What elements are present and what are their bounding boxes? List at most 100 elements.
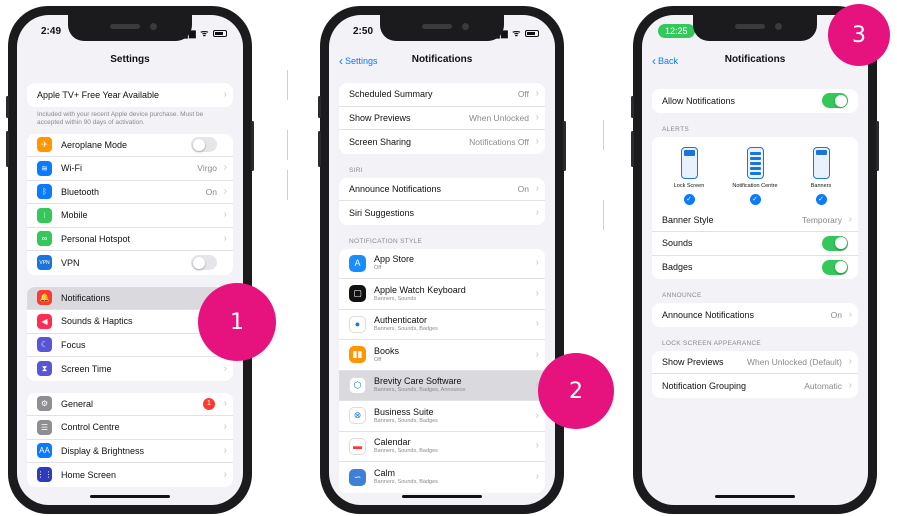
appletv-row[interactable]: Apple TV+ Free Year Available › bbox=[27, 83, 233, 107]
app-alert-summary: Banners, Sounds, Badges bbox=[374, 479, 438, 486]
row-label: Scheduled Summary bbox=[349, 89, 433, 100]
connectivity-group: ✈ Aeroplane Mode ≋ Wi-Fi Virgo › ᛒ Bluetooth On ›… bbox=[27, 133, 233, 275]
alert-style-lock-screen[interactable]: Lock Screen ✓ bbox=[659, 146, 719, 205]
app-row-calm[interactable]: ∽ Calm Banners, Sounds, Badges › bbox=[339, 462, 545, 493]
row-badges[interactable]: Badges bbox=[652, 256, 858, 280]
settings-row-mobile[interactable]: ⁝ Mobile › bbox=[27, 204, 233, 228]
settings-row-home-screen[interactable]: ⋮⋮ Home Screen › bbox=[27, 463, 233, 487]
checkmark-icon[interactable]: ✓ bbox=[683, 193, 695, 205]
app-text: App Store Off bbox=[374, 254, 414, 272]
bluetooth-icon: ᛒ bbox=[37, 184, 52, 200]
row-value: On bbox=[205, 186, 217, 197]
siri-header: SIRI bbox=[349, 166, 363, 174]
row-label: Sounds bbox=[662, 238, 693, 249]
checkmark-icon[interactable]: ✓ bbox=[749, 193, 761, 205]
app-row-business-suite[interactable]: ⊗ Business Suite Banners, Sounds, Badges › bbox=[339, 401, 545, 432]
settings-row-screen-time[interactable]: ⧗ Screen Time › bbox=[27, 357, 233, 381]
row-scheduled-summary[interactable]: Scheduled Summary Off › bbox=[339, 83, 545, 107]
row-announce-notifications[interactable]: Announce Notifications On › bbox=[339, 178, 545, 201]
app-name: Calm bbox=[374, 468, 396, 479]
allow-notifications-row[interactable]: Allow Notifications bbox=[652, 89, 858, 113]
chevron-right-icon: › bbox=[535, 206, 539, 218]
app-row-calendar[interactable]: ▬ Calendar Banners, Sounds, Badges › bbox=[339, 432, 545, 462]
allow-notifications-toggle[interactable] bbox=[822, 93, 848, 109]
chevron-right-icon: › bbox=[223, 362, 227, 374]
wifi-icon: ≋ bbox=[37, 160, 52, 176]
app-row-brevity-care-software[interactable]: ⬡ Brevity Care Software Banners, Sounds, B… bbox=[339, 370, 545, 401]
chevron-right-icon: › bbox=[223, 162, 227, 174]
settings-row-vpn[interactable]: VPN VPN bbox=[27, 251, 233, 275]
back-button[interactable]: ‹ Settings bbox=[339, 54, 378, 68]
phone-app-notification-settings: 12:25 ‹ Back Notifications Allow Notifica… bbox=[631, 6, 879, 514]
lock-screen-appearance-header: LOCK SCREEN APPEARANCE bbox=[662, 339, 762, 347]
sounds-toggle[interactable] bbox=[822, 235, 848, 251]
authenticator-icon: ● bbox=[349, 315, 366, 333]
settings-row-aeroplane-mode[interactable]: ✈ Aeroplane Mode bbox=[27, 134, 233, 157]
row-show-previews[interactable]: Show Previews When Unlocked (Default) › bbox=[652, 351, 858, 374]
row-show-previews[interactable]: Show Previews When Unlocked › bbox=[339, 107, 545, 130]
step-badge-1: 1 bbox=[198, 283, 276, 361]
app-name: Business Suite bbox=[374, 406, 434, 417]
row-banner-style[interactable]: Banner Style Temporary › bbox=[652, 209, 858, 232]
back-button[interactable]: ‹ Back bbox=[652, 54, 678, 68]
announce-header: ANNOUNCE bbox=[662, 292, 702, 299]
settings-row-control-centre[interactable]: ☰ Control Centre › bbox=[27, 416, 233, 440]
row-label: Banner Style bbox=[662, 214, 714, 225]
home-indicator bbox=[715, 495, 795, 498]
settings-row-general[interactable]: ⚙ General 1 › bbox=[27, 393, 233, 416]
app-name: Brevity Care Software bbox=[374, 376, 462, 387]
checkmark-icon[interactable]: ✓ bbox=[815, 193, 827, 205]
page-title: Notifications bbox=[411, 54, 473, 65]
chevron-right-icon: › bbox=[535, 111, 539, 123]
app-row-authenticator[interactable]: ● Authenticator Banners, Sounds, Badges › bbox=[339, 310, 545, 340]
app-row-books[interactable]: ▮▮ Books Off › bbox=[339, 340, 545, 371]
divider-line bbox=[287, 170, 288, 200]
settings-content: Apple TV+ Free Year Available › Included… bbox=[27, 83, 233, 487]
watch-keyboard-icon: ▢ bbox=[349, 285, 366, 303]
divider-line bbox=[287, 70, 288, 100]
row-label: Control Centre bbox=[61, 422, 120, 433]
settings-row-personal-hotspot[interactable]: ∞ Personal Hotspot › bbox=[27, 228, 233, 251]
toggle-switch[interactable] bbox=[191, 137, 217, 153]
chevron-right-icon: › bbox=[535, 182, 539, 194]
alert-style-label: Lock Screen bbox=[673, 182, 705, 189]
vpn-icon: VPN bbox=[37, 255, 52, 271]
page-title: Notifications bbox=[724, 54, 786, 65]
toggle-switch[interactable] bbox=[191, 255, 217, 271]
app-text: Apple Watch Keyboard Banners, Sounds bbox=[374, 285, 466, 303]
row-value: Virgo bbox=[197, 163, 217, 174]
clock: 2:50 bbox=[353, 26, 374, 37]
phone-preview-icon bbox=[812, 146, 830, 179]
clock: 12:25 bbox=[658, 24, 695, 38]
app-name: Authenticator bbox=[374, 315, 428, 326]
row-notification-grouping[interactable]: Notification Grouping Automatic › bbox=[652, 374, 858, 398]
row-siri-suggestions[interactable]: Siri Suggestions › bbox=[339, 201, 545, 225]
settings-row-wi-fi[interactable]: ≋ Wi-Fi Virgo › bbox=[27, 157, 233, 181]
app-store-icon: A bbox=[349, 254, 366, 272]
moon-icon: ☾ bbox=[37, 337, 52, 353]
settings-row-display-brightness[interactable]: AA Display & Brightness › bbox=[27, 440, 233, 463]
app-text: Books Off bbox=[374, 346, 399, 364]
notification-badge: 1 bbox=[203, 397, 215, 410]
chevron-right-icon: › bbox=[535, 135, 539, 147]
row-label: Notification Grouping bbox=[662, 380, 747, 391]
divider-line bbox=[603, 120, 604, 150]
row-label: Announce Notifications bbox=[349, 183, 442, 194]
siri-group: Announce Notifications On › Siri Suggestion… bbox=[339, 177, 545, 225]
alert-style-notification-centre[interactable]: Notification Centre ✓ bbox=[725, 146, 785, 205]
app-row-app-store[interactable]: A App Store Off › bbox=[339, 249, 545, 279]
nav-bar: ‹ Settings Notifications bbox=[329, 49, 555, 73]
row-value: Off bbox=[517, 89, 529, 100]
app-list: A App Store Off › ▢ Apple Watch Keyboard Banne… bbox=[339, 248, 545, 493]
announce-notifications-row[interactable]: Announce Notifications On › bbox=[652, 303, 858, 327]
row-sounds[interactable]: Sounds bbox=[652, 232, 858, 256]
lock-screen-group: Show Previews When Unlocked (Default) › Not… bbox=[652, 350, 858, 398]
settings-row-bluetooth[interactable]: ᛒ Bluetooth On › bbox=[27, 181, 233, 204]
alert-style-banners[interactable]: Banners ✓ bbox=[791, 146, 851, 205]
home-indicator bbox=[90, 495, 170, 498]
clock: 2:49 bbox=[41, 26, 62, 37]
row-screen-sharing[interactable]: Screen Sharing Notifications Off › bbox=[339, 130, 545, 154]
app-row-apple-watch-keyboard[interactable]: ▢ Apple Watch Keyboard Banners, Sounds › bbox=[339, 279, 545, 310]
badges-toggle[interactable] bbox=[822, 259, 848, 275]
row-label: Screen Time bbox=[61, 363, 112, 374]
